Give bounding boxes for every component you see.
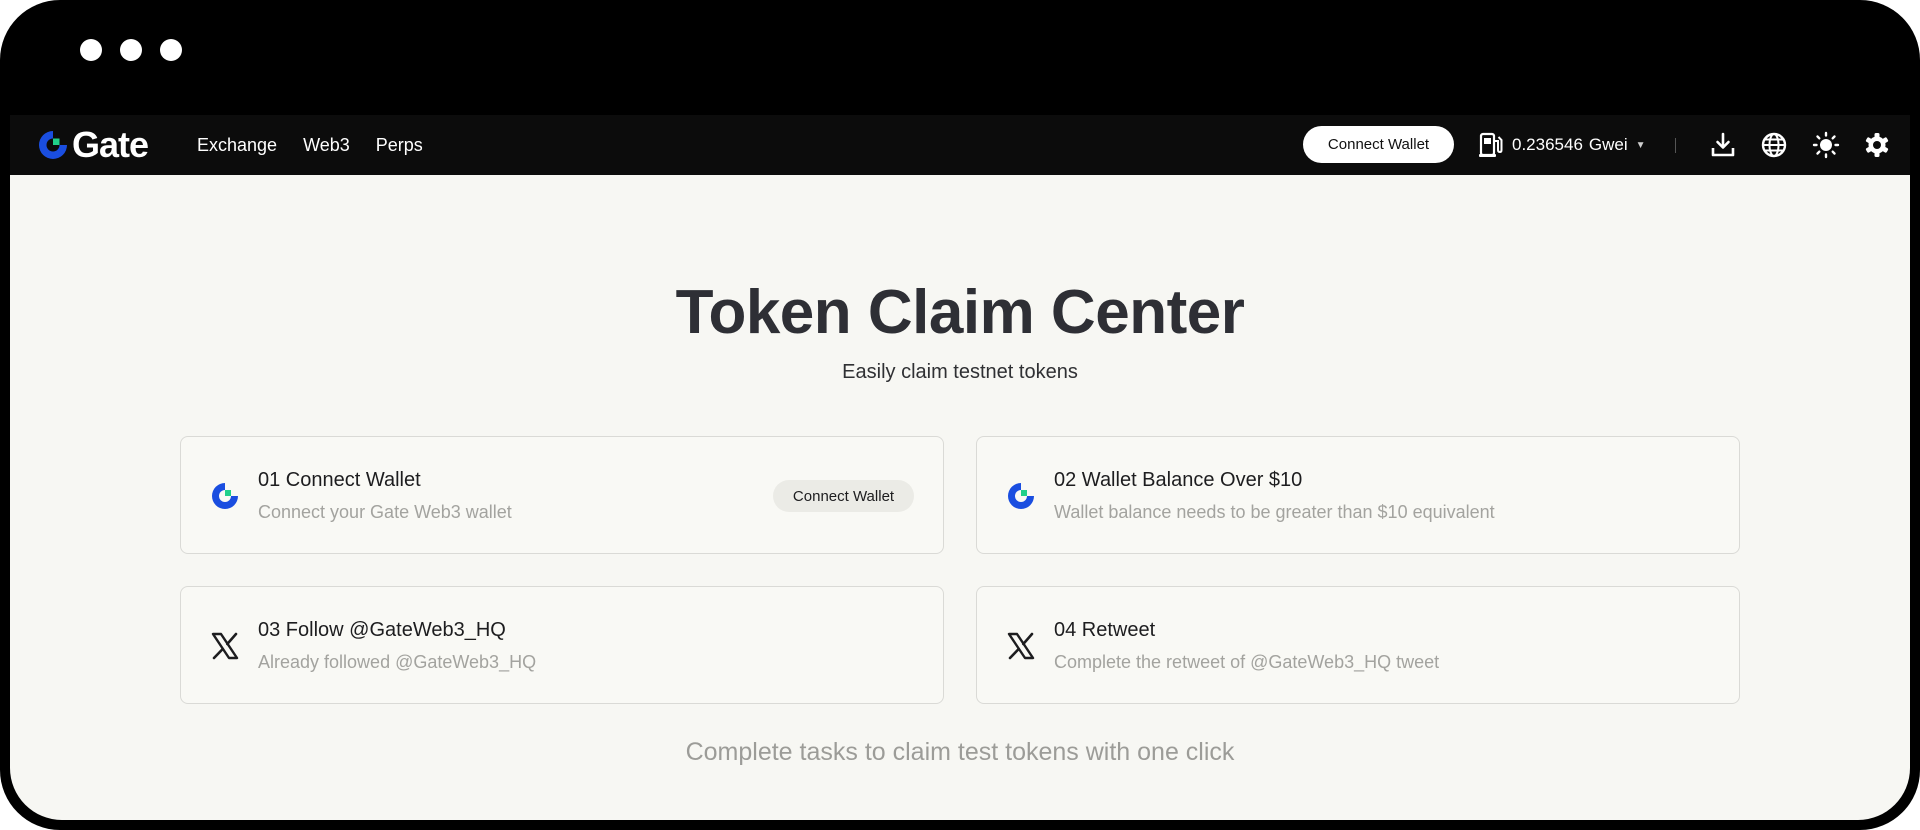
task-card-follow: 03 Follow @GateWeb3_HQ Already followed … [180,586,944,704]
nav-perps[interactable]: Perps [376,135,423,156]
window-minimize-dot[interactable] [120,39,142,61]
page-title: Token Claim Center [675,278,1245,347]
gas-pump-icon [1479,132,1503,157]
globe-icon[interactable] [1760,131,1788,159]
task-description: Already followed @GateWeb3_HQ [258,652,537,672]
task-card-wallet-balance: 02 Wallet Balance Over $10 Wallet balanc… [976,436,1740,554]
nav-exchange[interactable]: Exchange [197,135,277,156]
task-card-retweet: 04 Retweet Complete the retweet of @Gate… [976,586,1740,704]
gas-price-unit: Gwei [1588,135,1628,154]
page-subtitle: Easily claim testnet tokens [842,361,1078,383]
claim-instructions: Complete tasks to claim test tokens with… [685,738,1235,766]
task-title: 01 Connect Wallet [258,469,421,491]
task-description: Wallet balance needs to be greater than … [1054,502,1495,522]
gate-logo-icon [212,483,238,509]
x-logo-icon [211,632,239,660]
task-description: Connect your Gate Web3 wallet [258,502,512,522]
window-controls [80,39,182,61]
nav-web3[interactable]: Web3 [303,135,350,156]
task-card-connect-wallet: 01 Connect Wallet Connect your Gate Web3… [180,436,944,554]
logo-text: Gate [72,124,149,165]
task-title: 02 Wallet Balance Over $10 [1054,469,1303,491]
gate-logo[interactable]: Gate [36,124,149,165]
toolbar-divider [1675,138,1676,153]
window-maximize-dot[interactable] [160,39,182,61]
gate-logo-icon [1008,483,1034,509]
window-close-dot[interactable] [80,39,102,61]
sun-icon[interactable] [1812,131,1840,159]
task-title: 04 Retweet [1054,619,1156,641]
task-description: Complete the retweet of @GateWeb3_HQ twe… [1054,652,1440,672]
browser-window: Gate Exchange Web3 Perps Connect Wallet … [0,0,1920,830]
connect-wallet-button[interactable]: Connect Wallet [1303,126,1454,163]
task-title: 03 Follow @GateWeb3_HQ [258,619,506,641]
download-icon[interactable] [1709,131,1737,159]
gate-logo-icon [39,131,67,159]
top-navigation-bar: Gate Exchange Web3 Perps Connect Wallet … [10,115,1910,175]
gas-price-selector[interactable]: 0.236546 Gwei ▼ [1478,129,1646,161]
gas-price-value: 0.236546 [1512,135,1583,154]
x-logo-icon [1007,632,1035,660]
chevron-down-icon: ▼ [1635,139,1646,151]
main-nav: Exchange Web3 Perps [197,115,423,175]
task-connect-wallet-button[interactable]: Connect Wallet [773,480,914,512]
settings-icon[interactable] [1863,131,1891,159]
page-viewport: Gate Exchange Web3 Perps Connect Wallet … [10,115,1910,820]
